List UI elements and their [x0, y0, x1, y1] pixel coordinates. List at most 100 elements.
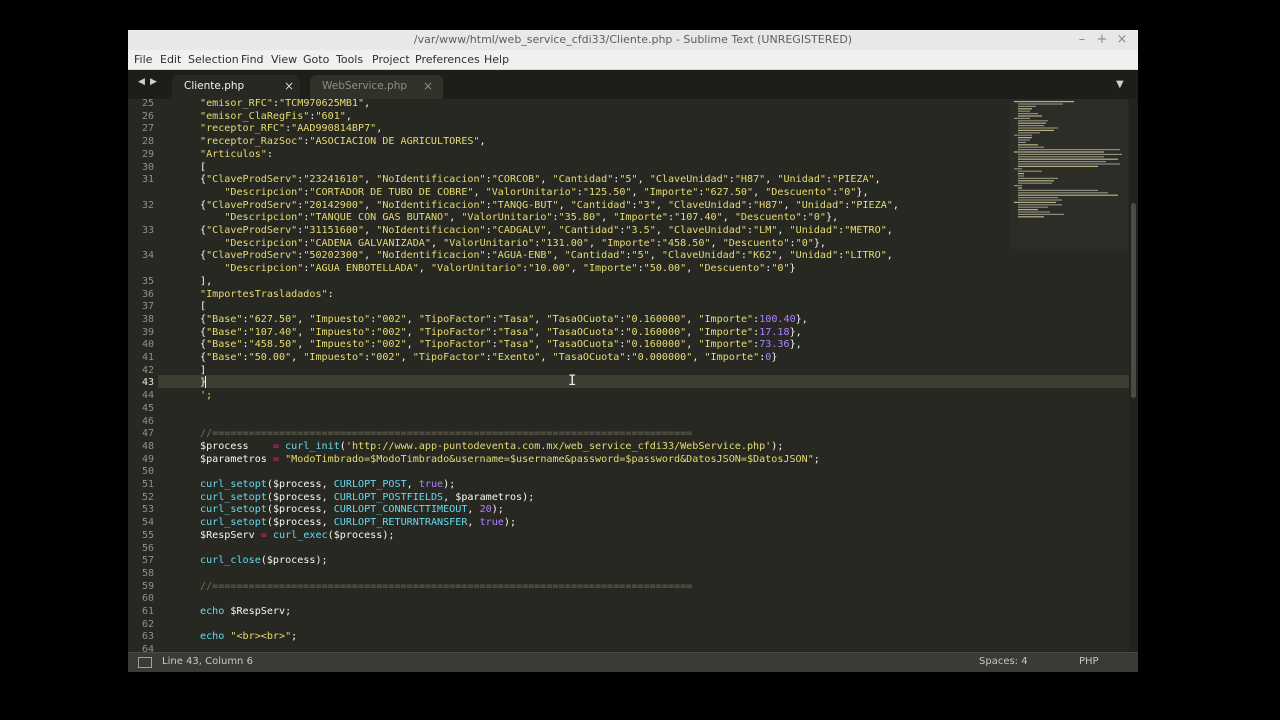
code-line[interactable]: "Descripcion":"TANQUE CON GAS BUTANO", "… — [200, 212, 838, 223]
code-line[interactable]: curl_setopt($process, CURLOPT_CONNECTTIM… — [200, 504, 504, 515]
menu-selection[interactable]: Selection — [188, 53, 239, 66]
code-line[interactable]: {"ClaveProdServ":"20142900", "NoIdentifi… — [200, 200, 899, 211]
code-line[interactable]: $process = curl_init('http://www.app-pun… — [200, 441, 783, 452]
line-number: 56 — [141, 542, 154, 554]
scrollbar-thumb[interactable] — [1131, 203, 1136, 398]
minimap-line — [1018, 137, 1032, 139]
menu-goto[interactable]: Goto — [303, 53, 329, 66]
code-line[interactable]: //======================================… — [200, 428, 692, 439]
code-line[interactable]: "emisor_RFC":"TCM970625MB1", — [200, 99, 370, 109]
menu-help[interactable]: Help — [484, 53, 509, 66]
code-line[interactable]: //======================================… — [200, 581, 692, 592]
code-line[interactable]: {"Base":"627.50", "Impuesto":"002", "Tip… — [200, 314, 808, 325]
minimap-line — [1018, 113, 1038, 115]
line-number: 62 — [141, 618, 154, 630]
line-number: 46 — [141, 415, 154, 427]
line-number: 38 — [141, 313, 154, 325]
menu-project[interactable]: Project — [372, 53, 410, 66]
line-number: 32 — [141, 199, 154, 211]
minimap-line — [1018, 110, 1030, 112]
minimap-line — [1018, 156, 1104, 158]
minimap-line — [1018, 122, 1046, 124]
minimap-line — [1018, 165, 1098, 167]
minimap-line — [1018, 144, 1038, 146]
code-line[interactable]: curl_setopt($process, CURLOPT_POSTFIELDS… — [200, 492, 534, 503]
code-line[interactable]: curl_setopt($process, CURLOPT_RETURNTRAN… — [200, 517, 516, 528]
code-line[interactable]: {"ClaveProdServ":"23241610", "NoIdentifi… — [200, 174, 881, 185]
line-number: 26 — [141, 110, 154, 122]
minimap[interactable] — [1010, 99, 1128, 652]
line-number: 58 — [141, 567, 154, 579]
close-window-button[interactable]: × — [1115, 31, 1129, 48]
line-number: 28 — [141, 136, 154, 148]
minimap-line — [1018, 194, 1118, 196]
minimap-viewport[interactable] — [1010, 99, 1128, 249]
code-line[interactable]: $RespServ = curl_exec($process); — [200, 530, 395, 541]
menu-find[interactable]: Find — [241, 53, 264, 66]
minimap-line — [1018, 206, 1048, 208]
maximize-button[interactable]: + — [1095, 31, 1109, 48]
line-number: 29 — [141, 148, 154, 160]
menu-view[interactable]: View — [271, 53, 297, 66]
close-icon[interactable]: × — [423, 79, 433, 93]
code-line[interactable]: {"Base":"50.00", "Impuesto":"002", "Tipo… — [200, 352, 777, 363]
menu-tools[interactable]: Tools — [336, 53, 363, 66]
code-line[interactable]: {"Base":"107.40", "Impuesto":"002", "Tip… — [200, 327, 802, 338]
line-number: 64 — [141, 644, 154, 652]
tab-label: WebService.php — [322, 80, 408, 92]
menu-bar: File Edit Selection Find View Goto Tools… — [128, 50, 1138, 70]
indentation-setting[interactable]: Spaces: 4 — [979, 656, 1028, 667]
code-line[interactable]: curl_close($process); — [200, 555, 328, 566]
nav-forward-icon[interactable]: ▶ — [150, 77, 157, 87]
code-line[interactable]: "Descripcion":"CADENA GALVANIZADA", "Val… — [200, 238, 826, 249]
code-line[interactable]: "Descripcion":"AGUA ENBOTELLADA", "Valor… — [200, 263, 795, 274]
minimize-button[interactable]: – — [1075, 31, 1089, 48]
code-line[interactable]: {"ClaveProdServ":"31151600", "NoIdentifi… — [200, 225, 893, 236]
code-line[interactable]: [ — [200, 301, 206, 312]
line-number: 33 — [141, 225, 154, 236]
code-line[interactable]: $parametros = "ModoTimbrado=$ModoTimbrad… — [200, 454, 820, 465]
line-number: 43 — [141, 377, 154, 389]
line-number: 30 — [141, 161, 154, 173]
code-line[interactable]: "receptor_RFC":"AAD990814BP7", — [200, 123, 382, 134]
minimap-line — [1018, 132, 1040, 134]
cursor-position[interactable]: Line 43, Column 6 — [162, 656, 253, 667]
code-line[interactable]: "Articulos": — [200, 149, 273, 160]
vertical-scrollbar[interactable] — [1129, 99, 1138, 652]
minimap-line — [1014, 101, 1074, 103]
code-line[interactable]: {"Base":"458.50", "Impuesto":"002", "Tip… — [200, 339, 802, 350]
menu-edit[interactable]: Edit — [160, 53, 181, 66]
panel-switch-icon[interactable] — [138, 657, 152, 668]
menu-file[interactable]: File — [134, 53, 152, 66]
line-number-gutter: 25 26 27 28 29 30 31 32 33 34 35 36 37 38 39 40 41 42 43 44… — [128, 99, 158, 652]
line-number: 60 — [141, 593, 154, 605]
code-editor[interactable]: 25 26 27 28 29 30 31 32 33 34 35 36 37 38 39 40 41 42 43 44… — [128, 99, 1138, 652]
code-line[interactable]: "Descripcion":"CORTADOR DE TUBO DE COBRE… — [200, 187, 868, 198]
tab-webservice-php[interactable]: WebService.php × — [310, 75, 443, 99]
code-line[interactable]: echo "<br><br>"; — [200, 631, 297, 642]
menu-preferences[interactable]: Preferences — [415, 53, 480, 66]
code-line[interactable]: '; — [200, 390, 212, 401]
code-line[interactable]: [ — [200, 162, 206, 173]
code-line[interactable]: "receptor_RazSoc":"ASOCIACION DE AGRICUL… — [200, 136, 486, 147]
code-line[interactable]: echo $RespServ; — [200, 606, 291, 617]
minimap-line — [1018, 211, 1050, 213]
code-line[interactable]: ] — [200, 365, 206, 376]
code-line[interactable]: "ImportesTrasladados": — [200, 289, 334, 300]
code-line[interactable]: {"ClaveProdServ":"50202300", "NoIdentifi… — [200, 250, 893, 261]
minimap-line — [1018, 141, 1026, 143]
close-icon[interactable]: × — [284, 79, 294, 93]
code-line[interactable]: ], — [200, 276, 212, 287]
minimap-line — [1018, 213, 1064, 215]
line-number: 54 — [141, 517, 154, 529]
code-line[interactable]: "emisor_ClaRegFis":"601", — [200, 111, 352, 122]
line-number: 41 — [141, 352, 154, 363]
line-number: 42 — [141, 364, 154, 376]
syntax-mode[interactable]: PHP — [1079, 656, 1099, 667]
nav-back-icon[interactable]: ◀ — [138, 77, 145, 87]
line-number: 57 — [141, 555, 154, 567]
code-area[interactable]: "emisor_RFC":"TCM970625MB1", "emisor_ClaR… — [200, 99, 1010, 652]
code-line[interactable]: curl_setopt($process, CURLOPT_POST, true… — [200, 479, 455, 490]
chevron-down-icon[interactable]: ▼ — [1116, 79, 1124, 90]
tab-cliente-php[interactable]: Cliente.php × — [172, 75, 300, 99]
